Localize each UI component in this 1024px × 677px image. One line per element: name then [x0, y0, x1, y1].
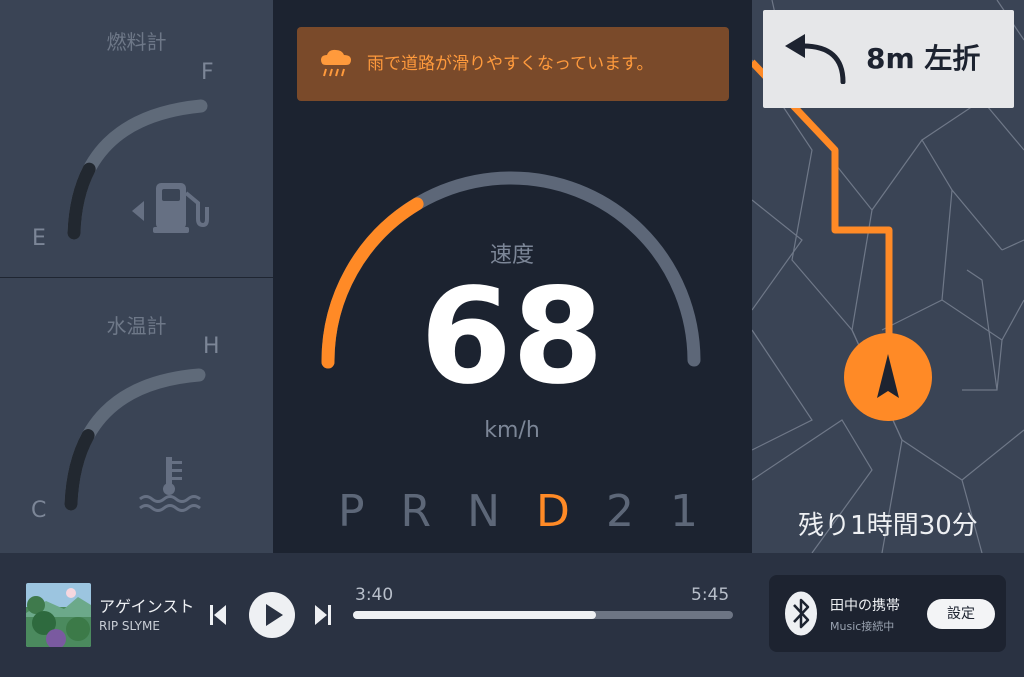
gear-selector: P R N D 2 1: [338, 486, 698, 537]
gear-2: 2: [605, 486, 634, 537]
artist-name: RIP SLYME: [99, 619, 160, 633]
turn-left-arrow-icon: [785, 34, 846, 84]
remaining-time: 残り1時間30分: [798, 511, 978, 541]
turn-instruction-text: 8m 左折: [866, 42, 981, 75]
gear-p: P: [338, 486, 365, 537]
elapsed-time: 3:40: [355, 585, 394, 605]
bluetooth-status: Music接続中: [830, 620, 895, 633]
previous-track-icon[interactable]: [209, 603, 227, 627]
album-art[interactable]: [26, 583, 91, 647]
next-track-icon[interactable]: [314, 603, 332, 627]
current-location-icon: [844, 333, 932, 421]
gear-d: D: [536, 486, 570, 537]
playback-progress-bar[interactable]: [353, 611, 733, 619]
bluetooth-card: 田中の携帯 Music接続中 設定: [769, 575, 1006, 652]
coolant-temperature-icon: [139, 457, 201, 512]
bluetooth-device-name: 田中の携帯: [830, 598, 900, 614]
track-duration: 5:45: [691, 585, 730, 605]
bluetooth-icon: [785, 591, 817, 636]
gear-n: N: [467, 486, 501, 537]
gear-1: 1: [669, 486, 698, 537]
playback-progress-fill: [353, 611, 597, 619]
turn-instruction-card: 8m 左折: [763, 10, 1014, 108]
song-title: アゲインスト: [99, 597, 195, 616]
play-icon[interactable]: [248, 591, 296, 639]
gear-r: R: [400, 486, 432, 537]
bluetooth-settings-button[interactable]: 設定: [927, 599, 995, 629]
fuel-pump-icon: [132, 183, 209, 233]
album-art-image: [26, 583, 91, 647]
